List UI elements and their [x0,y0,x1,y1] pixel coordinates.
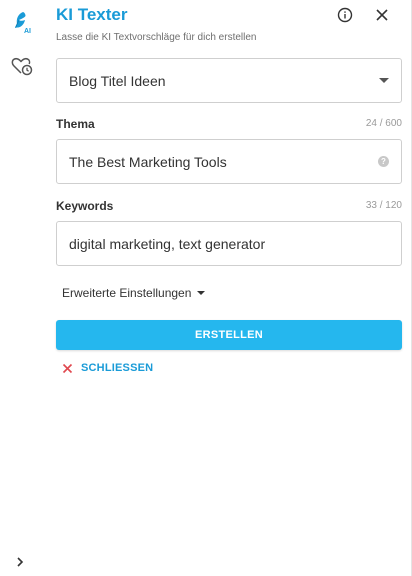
keywords-input[interactable]: digital marketing, text generator [56,221,402,266]
close-link[interactable]: SCHLIESSEN [62,362,153,374]
info-icon[interactable] [334,4,356,26]
advanced-settings-toggle[interactable]: Erweiterte Einstellungen [62,286,206,300]
advanced-settings-label: Erweiterte Einstellungen [62,286,192,300]
chevron-right-icon[interactable] [10,552,30,572]
ki-texter-app: AI KI Texter Lasse die KI Textvorschläge… [0,0,412,576]
feather-ai-icon[interactable]: AI [8,8,36,36]
keywords-label: Keywords [56,199,114,213]
thema-label: Thema [56,117,95,131]
caret-down-icon [379,78,389,83]
create-button[interactable]: ERSTELLEN [56,320,402,350]
close-icon[interactable] [371,4,393,26]
thema-input[interactable]: The Best Marketing Tools ? [56,139,402,184]
heart-clock-icon[interactable] [8,52,36,80]
keywords-input-value: digital marketing, text generator [69,235,266,252]
close-link-label: SCHLIESSEN [81,362,154,374]
panel-title: KI Texter [56,5,128,24]
help-icon[interactable]: ? [378,156,389,167]
panel-subtitle: Lasse die KI Textvorschläge für dich ers… [56,32,257,43]
template-select[interactable]: Blog Titel Ideen [56,58,402,103]
left-rail: AI [0,0,42,576]
thema-counter: 24 / 600 [365,118,402,129]
thema-input-value: The Best Marketing Tools [69,153,227,170]
x-icon [62,363,73,373]
template-select-value: Blog Titel Ideen [69,72,166,89]
logo-badge-text: AI [24,28,31,35]
keywords-counter: 33 / 120 [365,200,402,211]
caret-down-icon [197,291,206,295]
